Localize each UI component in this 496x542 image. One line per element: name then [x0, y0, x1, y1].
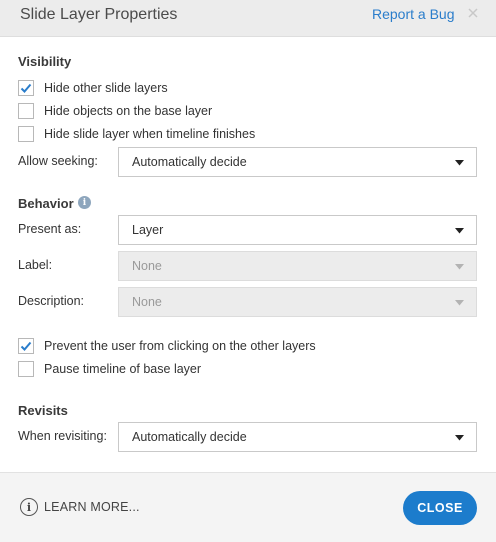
chevron-down-icon [455, 435, 464, 441]
present-as-label: Present as: [18, 222, 82, 236]
info-circle-icon: i [20, 498, 38, 516]
checkmark-icon [20, 83, 32, 93]
label-field-label: Label: [18, 258, 53, 272]
hide-when-finishes-checkbox[interactable]: Hide slide layer when timeline finishes [18, 125, 255, 143]
allow-seeking-label: Allow seeking: [18, 154, 98, 168]
hide-base-objects-label: Hide objects on the base layer [44, 104, 213, 118]
prevent-clicking-checkbox[interactable]: Prevent the user from clicking on the ot… [18, 337, 316, 355]
checkmark-icon [20, 341, 32, 351]
learn-more-link[interactable]: i LEARN MORE... [20, 497, 140, 517]
checkbox-box[interactable] [18, 338, 34, 354]
chevron-down-icon [455, 264, 464, 270]
title-bar: Slide Layer Properties Report a Bug [0, 0, 496, 37]
learn-more-text: LEARN MORE... [44, 500, 140, 514]
hide-other-layers-checkbox[interactable]: Hide other slide layers [18, 79, 168, 97]
close-icon[interactable] [467, 6, 479, 18]
pause-base-label: Pause timeline of base layer [44, 362, 202, 376]
label-value: None [132, 259, 162, 273]
revisits-heading: Revisits [18, 403, 68, 418]
checkbox-box[interactable] [18, 361, 34, 377]
label-dropdown: None [118, 251, 477, 281]
dialog-title: Slide Layer Properties [20, 6, 178, 23]
checkbox-box[interactable] [18, 80, 34, 96]
when-revisiting-value: Automatically decide [132, 430, 247, 444]
pause-base-checkbox[interactable]: Pause timeline of base layer [18, 360, 201, 378]
description-label: Description: [18, 294, 84, 308]
chevron-down-icon [455, 228, 464, 234]
behavior-heading: Behavior [18, 196, 74, 211]
allow-seeking-value: Automatically decide [132, 155, 247, 169]
hide-when-finishes-label: Hide slide layer when timeline finishes [44, 127, 256, 141]
when-revisiting-dropdown[interactable]: Automatically decide [118, 422, 477, 452]
checkbox-box[interactable] [18, 103, 34, 119]
hide-other-layers-label: Hide other slide layers [44, 81, 168, 95]
description-dropdown: None [118, 287, 477, 317]
description-value: None [132, 295, 162, 309]
info-icon[interactable]: i [78, 196, 91, 209]
chevron-down-icon [455, 300, 464, 306]
when-revisiting-label: When revisiting: [18, 429, 107, 443]
visibility-heading: Visibility [18, 54, 72, 69]
allow-seeking-dropdown[interactable]: Automatically decide [118, 147, 477, 177]
close-button[interactable]: CLOSE [403, 491, 477, 525]
checkbox-box[interactable] [18, 126, 34, 142]
chevron-down-icon [455, 160, 464, 166]
prevent-clicking-label: Prevent the user from clicking on the ot… [44, 339, 316, 353]
present-as-dropdown[interactable]: Layer [118, 215, 477, 245]
hide-base-objects-checkbox[interactable]: Hide objects on the base layer [18, 102, 212, 120]
present-as-value: Layer [132, 223, 164, 237]
report-bug-link[interactable]: Report a Bug [372, 6, 455, 22]
